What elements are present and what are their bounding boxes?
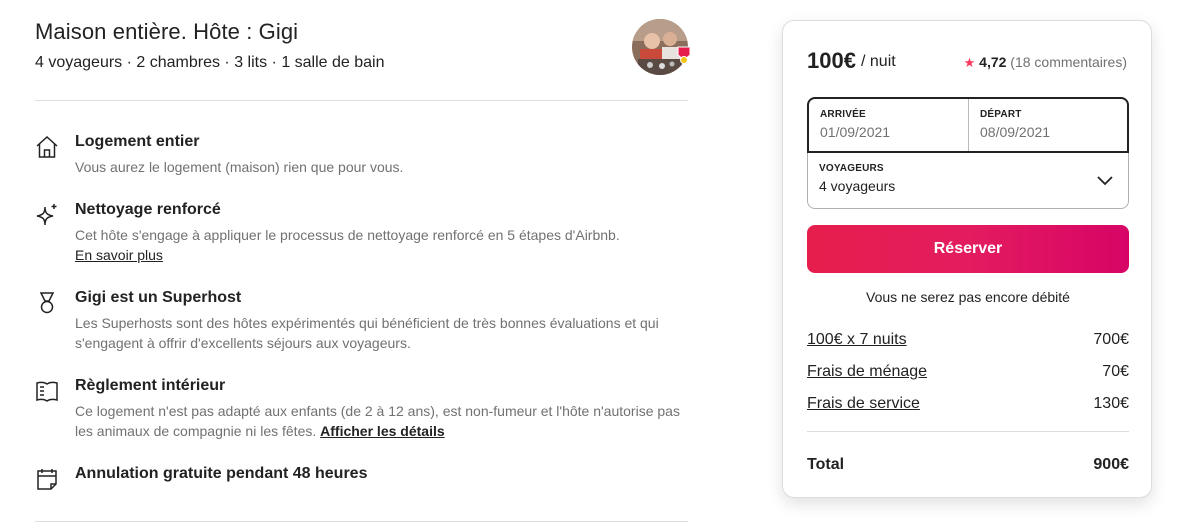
price-line-item: Frais de service 130€ xyxy=(807,395,1129,413)
chevron-down-icon xyxy=(1096,171,1114,189)
checkout-field[interactable]: DÉPART 08/09/2021 xyxy=(969,99,1127,151)
feature-description: Cet hôte s'engage à appliquer le process… xyxy=(75,225,688,265)
section-divider xyxy=(35,521,688,522)
superhost-badge-icon xyxy=(675,46,693,64)
feature-title: Règlement intérieur xyxy=(75,377,226,394)
rating-value: 4,72 xyxy=(979,54,1007,70)
nightly-price: 100€ xyxy=(807,48,856,73)
star-icon: ★ xyxy=(963,55,976,70)
total-label: Total xyxy=(807,456,845,473)
line-item-label[interactable]: Frais de service xyxy=(807,395,920,412)
line-item-amount: 700€ xyxy=(1093,331,1129,348)
feature-title: Gigi est un Superhost xyxy=(75,289,242,306)
feature-description: Vous aurez le logement (maison) rien que… xyxy=(75,159,404,175)
feature-description: Les Superhosts sont des hôtes expériment… xyxy=(75,315,659,351)
feature-title: Nettoyage renforcé xyxy=(75,201,221,218)
checkout-value: 08/09/2021 xyxy=(980,124,1051,140)
home-icon xyxy=(35,135,59,159)
line-item-amount: 130€ xyxy=(1093,395,1129,412)
date-guest-picker: ARRIVÉE 01/09/2021 DÉPART 08/09/2021 VOY… xyxy=(807,97,1129,209)
sparkle-icon xyxy=(35,203,59,227)
feature-title: Logement entier xyxy=(75,133,200,150)
book-icon xyxy=(35,379,59,403)
page-title: Maison entière. Hôte : Gigi xyxy=(35,19,299,44)
total-row: Total 900€ xyxy=(807,456,1129,474)
rating-summary[interactable]: ★ 4,72 (18 commentaires) xyxy=(964,54,1127,71)
per-night-label: / nuit xyxy=(861,53,896,70)
learn-more-link[interactable]: En savoir plus xyxy=(75,247,163,263)
calendar-icon xyxy=(35,467,59,491)
checkin-label: ARRIVÉE xyxy=(820,109,866,120)
feature-description-text: Cet hôte s'engage à appliquer le process… xyxy=(75,227,620,243)
guests-dropdown[interactable]: VOYAGEURS 4 voyageurs xyxy=(807,153,1129,209)
line-item-amount: 70€ xyxy=(1102,363,1129,380)
booking-card: 100€ / nuit ★ 4,72 (18 commentaires) ARR… xyxy=(782,20,1152,498)
date-range: ARRIVÉE 01/09/2021 DÉPART 08/09/2021 xyxy=(807,97,1129,153)
guests-label: VOYAGEURS xyxy=(819,163,884,174)
listing-summary: 4 voyageurs · 2 chambres · 3 lits · 1 sa… xyxy=(35,54,385,71)
line-item-label[interactable]: Frais de ménage xyxy=(807,363,927,380)
medal-icon xyxy=(35,291,59,315)
total-divider xyxy=(807,431,1129,432)
feature-title: Annulation gratuite pendant 48 heures xyxy=(75,465,368,482)
feature-description: Ce logement n'est pas adapté aux enfants… xyxy=(75,401,688,441)
guests-value: 4 voyageurs xyxy=(819,178,896,194)
section-divider xyxy=(35,100,688,101)
no-charge-note: Vous ne serez pas encore débité xyxy=(866,289,1070,305)
price-line-item: Frais de ménage 70€ xyxy=(807,363,1129,381)
reserve-button[interactable]: Réserver xyxy=(807,225,1129,273)
price-line-item: 100€ x 7 nuits 700€ xyxy=(807,331,1129,349)
show-details-link[interactable]: Afficher les détails xyxy=(320,423,445,439)
checkin-field[interactable]: ARRIVÉE 01/09/2021 xyxy=(809,99,969,151)
checkin-value: 01/09/2021 xyxy=(820,124,891,140)
review-count: (18 commentaires) xyxy=(1010,54,1127,70)
checkout-label: DÉPART xyxy=(980,109,1022,120)
line-item-label[interactable]: 100€ x 7 nuits xyxy=(807,331,907,348)
total-amount: 900€ xyxy=(1093,456,1129,473)
